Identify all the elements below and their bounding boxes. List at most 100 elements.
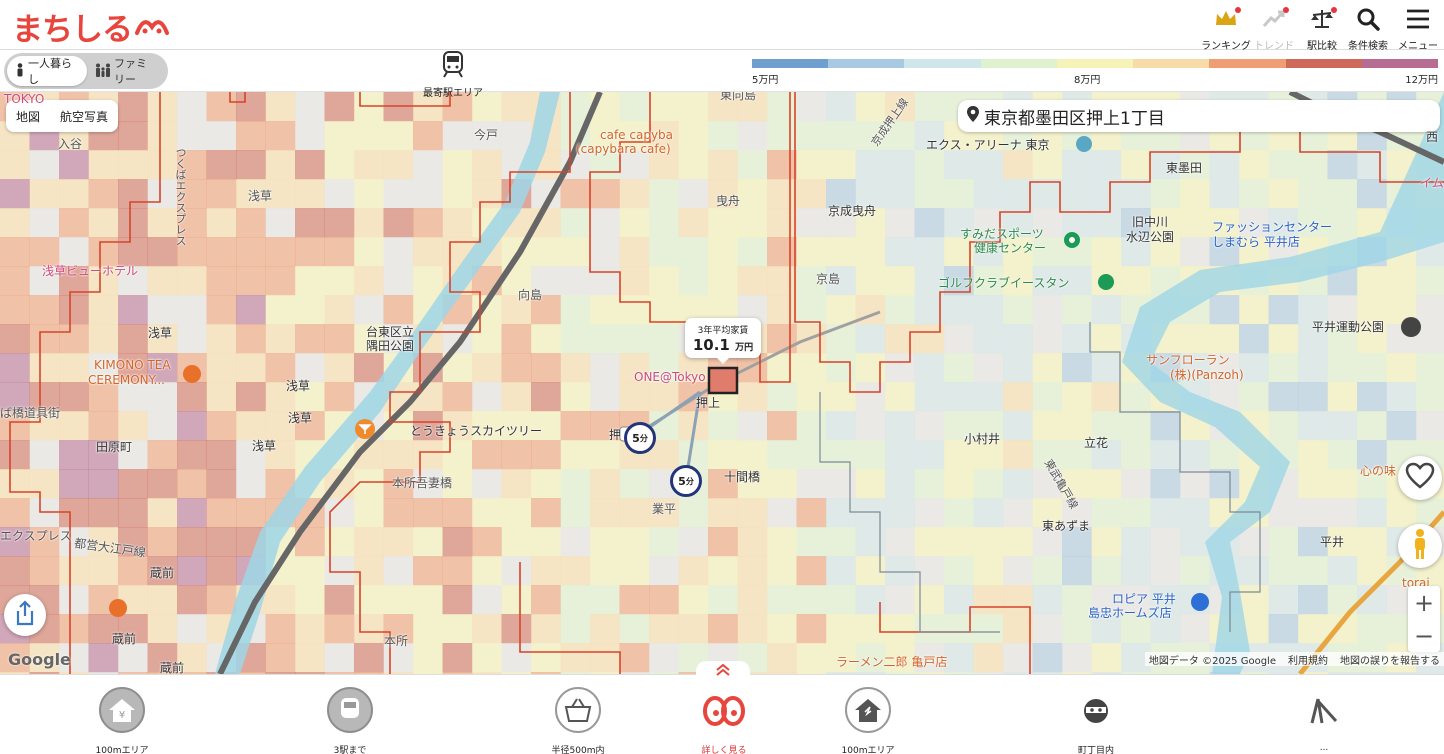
heatmap-cell[interactable] bbox=[737, 208, 768, 238]
heatmap-cell[interactable] bbox=[29, 295, 60, 325]
heatmap-cell[interactable] bbox=[1298, 411, 1328, 441]
heatmap-cell[interactable] bbox=[1357, 614, 1387, 644]
heatmap-cell[interactable] bbox=[737, 556, 768, 586]
heatmap-cell[interactable] bbox=[973, 585, 1004, 615]
heatmap-cell[interactable] bbox=[0, 208, 30, 238]
heatmap-cell[interactable] bbox=[796, 614, 827, 644]
heatmap-cell[interactable] bbox=[619, 585, 650, 615]
heatmap-cell[interactable] bbox=[1003, 179, 1033, 209]
heatmap-cell[interactable] bbox=[501, 643, 532, 673]
heatmap-cell[interactable] bbox=[1032, 556, 1063, 586]
heatmap-cell[interactable] bbox=[914, 179, 945, 209]
heatmap-cell[interactable] bbox=[147, 585, 178, 615]
heatmap-cell[interactable] bbox=[295, 266, 325, 296]
heatmap-cell[interactable] bbox=[1298, 585, 1328, 615]
heatmap-cell[interactable] bbox=[531, 614, 561, 644]
heatmap-cell[interactable] bbox=[767, 643, 797, 673]
station-count-button[interactable]: 3駅まで bbox=[300, 687, 400, 754]
heatmap-cell[interactable] bbox=[560, 498, 591, 528]
heatmap-cell[interactable] bbox=[1239, 324, 1269, 354]
heatmap-cell[interactable] bbox=[1327, 382, 1358, 412]
heatmap-cell[interactable] bbox=[1298, 150, 1328, 180]
heatmap-cell[interactable] bbox=[1180, 614, 1210, 644]
heatmap-cell[interactable] bbox=[265, 614, 296, 644]
heatmap-cell[interactable] bbox=[324, 643, 355, 673]
heatmap-cell[interactable] bbox=[796, 498, 827, 528]
heatmap-cell[interactable] bbox=[1062, 295, 1092, 325]
heatmap-cell[interactable] bbox=[236, 237, 266, 267]
heatmap-cell[interactable] bbox=[649, 643, 679, 673]
heatmap-cell[interactable] bbox=[914, 527, 945, 557]
heatmap-cell[interactable] bbox=[885, 527, 915, 557]
heatmap-cell[interactable] bbox=[619, 614, 650, 644]
heatmap-cell[interactable] bbox=[1062, 324, 1092, 354]
heatmap-cell[interactable] bbox=[354, 295, 384, 325]
heatmap-cell[interactable] bbox=[590, 324, 620, 354]
heatmap-cell[interactable] bbox=[324, 92, 355, 122]
playground-button[interactable]: ... bbox=[1274, 687, 1374, 753]
heatmap-cell[interactable] bbox=[472, 498, 502, 528]
heatmap-cell[interactable] bbox=[29, 179, 60, 209]
heatmap-cell[interactable] bbox=[29, 150, 60, 180]
heatmap-cell[interactable] bbox=[1003, 556, 1033, 586]
heatmap-cell[interactable] bbox=[1121, 440, 1151, 470]
heatmap-cell[interactable] bbox=[295, 179, 325, 209]
heatmap-cell[interactable] bbox=[1121, 556, 1151, 586]
heatmap-cell[interactable] bbox=[944, 295, 974, 325]
heatmap-cell[interactable] bbox=[590, 295, 620, 325]
heatmap-cell[interactable] bbox=[560, 527, 591, 557]
heatmap-cell[interactable] bbox=[88, 411, 119, 441]
heatmap-cell[interactable] bbox=[678, 121, 709, 151]
heatmap-cell[interactable] bbox=[1032, 585, 1063, 615]
report-error-link[interactable]: 地図の誤りを報告する bbox=[1340, 652, 1440, 667]
heatmap-cell[interactable] bbox=[1003, 440, 1033, 470]
heatmap-cell[interactable] bbox=[1298, 440, 1328, 470]
heatmap-cell[interactable] bbox=[1268, 353, 1299, 383]
heatmap-cell[interactable] bbox=[649, 324, 679, 354]
heatmap-cell[interactable] bbox=[1268, 585, 1299, 615]
heatmap-cell[interactable] bbox=[442, 179, 473, 209]
heatmap-cell[interactable] bbox=[531, 324, 561, 354]
heatmap-cell[interactable] bbox=[1121, 411, 1151, 441]
heatmap-cell[interactable] bbox=[413, 208, 443, 238]
heatmap-cell[interactable] bbox=[0, 150, 30, 180]
heatmap-cell[interactable] bbox=[1003, 295, 1033, 325]
heatmap-cell[interactable] bbox=[206, 295, 237, 325]
heatmap-cell[interactable] bbox=[590, 382, 620, 412]
heatmap-cell[interactable] bbox=[1121, 150, 1151, 180]
heatmap-cell[interactable] bbox=[354, 121, 384, 151]
heatmap-cell[interactable] bbox=[1416, 411, 1444, 441]
heatmap-cell[interactable] bbox=[619, 179, 650, 209]
heatmap-cell[interactable] bbox=[531, 440, 561, 470]
heatmap-cell[interactable] bbox=[708, 150, 738, 180]
favorite-button[interactable] bbox=[1398, 456, 1442, 500]
heatmap-cell[interactable] bbox=[914, 92, 945, 122]
heatmap-cell[interactable] bbox=[678, 556, 709, 586]
heatmap-cell[interactable] bbox=[324, 614, 355, 644]
heatmap-cell[interactable] bbox=[914, 150, 945, 180]
heatmap-cell[interactable] bbox=[973, 382, 1004, 412]
heatmap-cell[interactable] bbox=[265, 150, 296, 180]
heatmap-cell[interactable] bbox=[383, 527, 414, 557]
heatmap-cell[interactable] bbox=[1032, 382, 1063, 412]
heatmap-cell[interactable] bbox=[1268, 614, 1299, 644]
heatmap-cell[interactable] bbox=[708, 440, 738, 470]
heatmap-cell[interactable] bbox=[767, 150, 797, 180]
crime-town-button[interactable]: 町丁目内 bbox=[1046, 687, 1146, 754]
heatmap-cell[interactable] bbox=[442, 121, 473, 151]
heatmap-cell[interactable] bbox=[737, 382, 768, 412]
heatmap-cell[interactable] bbox=[383, 585, 414, 615]
heatmap-cell[interactable] bbox=[1298, 382, 1328, 412]
map-type-aerial[interactable]: 航空写真 bbox=[50, 108, 118, 125]
heatmap-cell[interactable] bbox=[678, 614, 709, 644]
heatmap-cell[interactable] bbox=[767, 411, 797, 441]
heatmap-cell[interactable] bbox=[1239, 585, 1269, 615]
heatmap-cell[interactable] bbox=[59, 614, 89, 644]
heatmap-cell[interactable] bbox=[1180, 498, 1210, 528]
heatmap-cell[interactable] bbox=[324, 556, 355, 586]
heatmap-cell[interactable] bbox=[590, 266, 620, 296]
heatmap-cell[interactable] bbox=[59, 150, 89, 180]
heatmap-cell[interactable] bbox=[118, 498, 148, 528]
heatmap-cell[interactable] bbox=[944, 527, 974, 557]
heatmap-cell[interactable] bbox=[0, 266, 30, 296]
